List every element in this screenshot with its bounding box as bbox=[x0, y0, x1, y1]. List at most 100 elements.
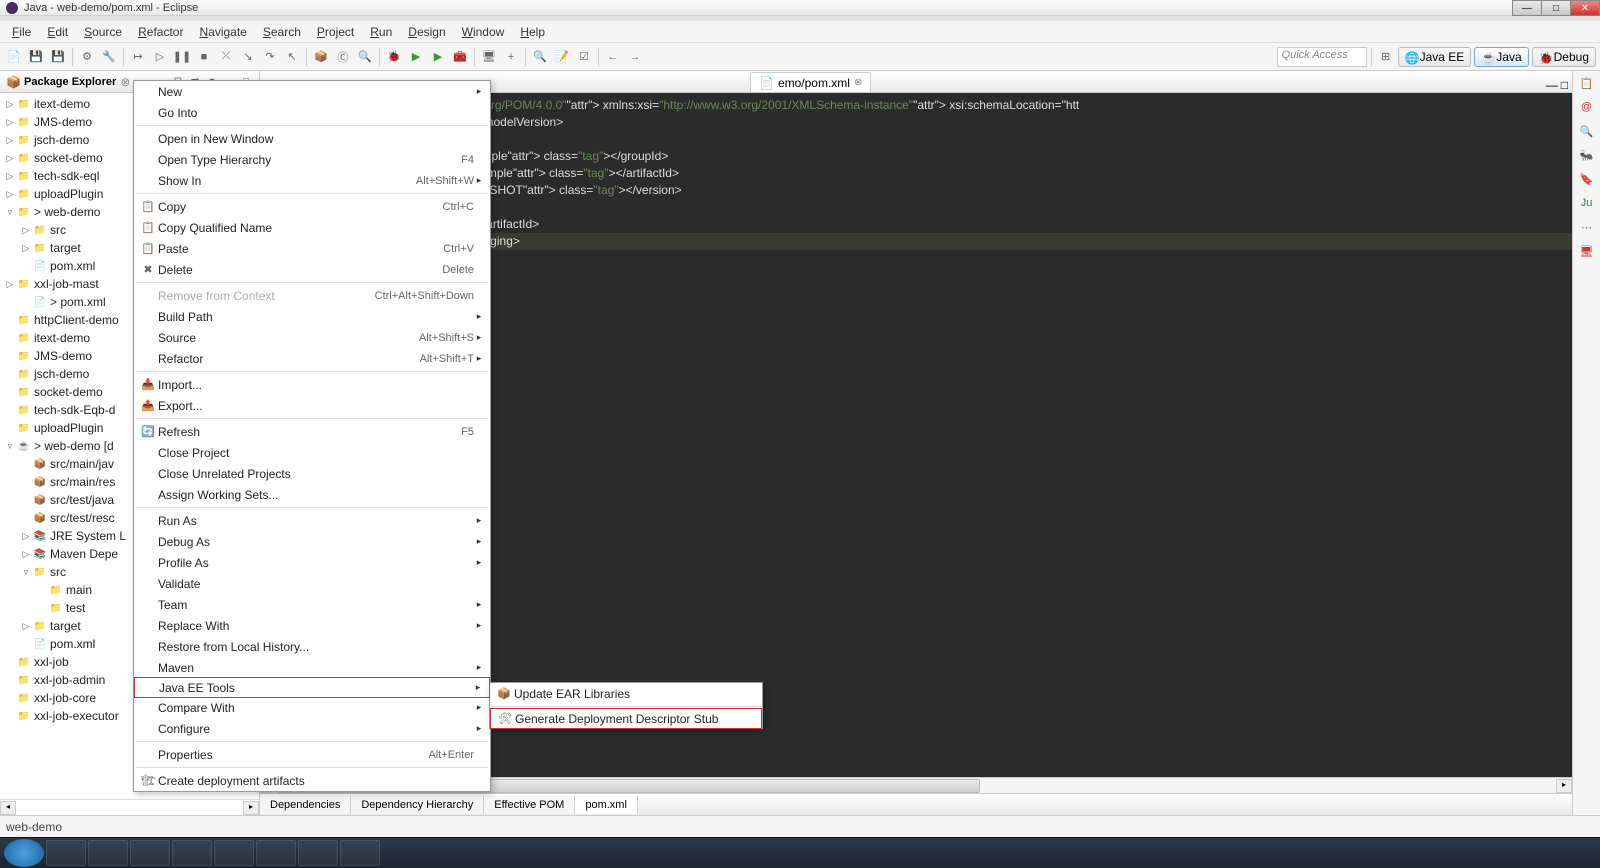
menu-item-java-ee-tools[interactable]: Java EE Tools▸ bbox=[134, 677, 490, 698]
minimize-editor-icon[interactable]: — bbox=[1546, 78, 1558, 92]
resume-icon[interactable]: ▷ bbox=[150, 47, 170, 67]
menu-item-assign-working-sets-[interactable]: Assign Working Sets... bbox=[134, 484, 490, 505]
more-icon[interactable]: ⋯ bbox=[1579, 221, 1595, 237]
pom-tab-dependency-hierarchy[interactable]: Dependency Hierarchy bbox=[351, 796, 484, 814]
menu-file[interactable]: File bbox=[4, 23, 39, 41]
menu-item-debug-as[interactable]: Debug As▸ bbox=[134, 531, 490, 552]
menu-item-create-deployment-artifacts[interactable]: 🏗Create deployment artifacts bbox=[134, 770, 490, 791]
junit-icon[interactable]: Ju bbox=[1579, 197, 1595, 213]
run-last-icon[interactable]: ▶ bbox=[428, 47, 448, 67]
menu-item-export-[interactable]: 📤Export... bbox=[134, 395, 490, 416]
save-all-icon[interactable]: 💾 bbox=[48, 47, 68, 67]
outline-icon[interactable]: 📋 bbox=[1579, 77, 1595, 93]
scroll-right-icon[interactable]: ▸ bbox=[1556, 779, 1572, 793]
taskbar-app[interactable] bbox=[298, 840, 338, 866]
taskbar-app[interactable] bbox=[88, 840, 128, 866]
menu-project[interactable]: Project bbox=[309, 23, 362, 41]
menu-item-replace-with[interactable]: Replace With▸ bbox=[134, 615, 490, 636]
menu-item-properties[interactable]: PropertiesAlt+Enter bbox=[134, 744, 490, 765]
menu-item-go-into[interactable]: Go Into bbox=[134, 102, 490, 123]
suspend-icon[interactable]: ❚❚ bbox=[172, 47, 192, 67]
javaee-tools-submenu[interactable]: 📦Update EAR Libraries 🛠Generate Deploymen… bbox=[489, 682, 763, 729]
taskbar-app[interactable] bbox=[46, 840, 86, 866]
debug-dropdown-icon[interactable]: 🐞 bbox=[384, 47, 404, 67]
menu-item-profile-as[interactable]: Profile As▸ bbox=[134, 552, 490, 573]
menu-window[interactable]: Window bbox=[454, 23, 513, 41]
pom-tab-dependencies[interactable]: Dependencies bbox=[260, 796, 351, 814]
menu-item-source[interactable]: SourceAlt+Shift+S▸ bbox=[134, 327, 490, 348]
save-icon[interactable]: 💾 bbox=[26, 47, 46, 67]
menu-item-build-path[interactable]: Build Path▸ bbox=[134, 306, 490, 327]
perspective-debug[interactable]: 🐞Debug bbox=[1532, 47, 1596, 67]
menu-item-restore-from-local-history-[interactable]: Restore from Local History... bbox=[134, 636, 490, 657]
new-java-icon[interactable]: 📦 bbox=[311, 47, 331, 67]
step-into-icon[interactable]: ↘ bbox=[238, 47, 258, 67]
taskbar-app[interactable] bbox=[256, 840, 296, 866]
perspective-java-ee[interactable]: 🌐Java EE bbox=[1398, 47, 1472, 67]
menu-item-open-in-new-window[interactable]: Open in New Window bbox=[134, 128, 490, 149]
new-class-icon[interactable]: Ⓒ bbox=[333, 47, 353, 67]
forward-icon[interactable]: → bbox=[625, 47, 645, 67]
pom-tab-pom.xml[interactable]: pom.xml bbox=[575, 796, 638, 814]
maximize-editor-icon[interactable]: □ bbox=[1561, 78, 1568, 92]
menu-item-team[interactable]: Team▸ bbox=[134, 594, 490, 615]
new-server-icon[interactable]: 🖥 bbox=[479, 47, 499, 67]
open-perspective-icon[interactable]: ⊞ bbox=[1376, 47, 1396, 67]
menu-run[interactable]: Run bbox=[362, 23, 400, 41]
minimize-button[interactable]: — bbox=[1512, 0, 1542, 16]
perspective-java[interactable]: ☕Java bbox=[1474, 47, 1528, 67]
run-dropdown-icon[interactable]: ▶ bbox=[406, 47, 426, 67]
tool-icon-2[interactable]: 🔧 bbox=[99, 47, 119, 67]
ant-icon[interactable]: 🐜 bbox=[1579, 149, 1595, 165]
menu-search[interactable]: Search bbox=[255, 23, 309, 41]
debug-skip-icon[interactable]: ↦ bbox=[128, 47, 148, 67]
terminate-icon[interactable]: ■ bbox=[194, 47, 214, 67]
menu-item-close-project[interactable]: Close Project bbox=[134, 442, 490, 463]
menu-navigate[interactable]: Navigate bbox=[191, 23, 254, 41]
new-connector-icon[interactable]: + bbox=[501, 47, 521, 67]
back-icon[interactable]: ← bbox=[603, 47, 623, 67]
external-tools-icon[interactable]: 🧰 bbox=[450, 47, 470, 67]
editor-tab-pomxml[interactable]: 📄 emo/pom.xml ⊗ bbox=[750, 72, 871, 92]
menu-item-delete[interactable]: ✖DeleteDelete bbox=[134, 259, 490, 280]
scroll-right-icon[interactable]: ▸ bbox=[243, 801, 259, 815]
new-icon[interactable]: 📄 bbox=[4, 47, 24, 67]
pom-tab-effective-pom[interactable]: Effective POM bbox=[484, 796, 575, 814]
menu-item-run-as[interactable]: Run As▸ bbox=[134, 510, 490, 531]
start-button[interactable] bbox=[4, 839, 44, 867]
menu-item-generate-deployment-descriptor-stub[interactable]: 🛠Generate Deployment Descriptor Stub bbox=[490, 708, 762, 729]
horizontal-scrollbar[interactable]: ◂ ▸ bbox=[0, 799, 259, 815]
menu-item-configure[interactable]: Configure▸ bbox=[134, 718, 490, 739]
menu-item-copy[interactable]: 📋CopyCtrl+C bbox=[134, 196, 490, 217]
menu-item-import-[interactable]: 📥Import... bbox=[134, 374, 490, 395]
annotation-icon[interactable]: 📝 bbox=[552, 47, 572, 67]
search-icon[interactable]: 🔍 bbox=[1579, 125, 1595, 141]
quick-access-input[interactable]: Quick Access bbox=[1277, 47, 1367, 67]
menu-item-refactor[interactable]: RefactorAlt+Shift+T▸ bbox=[134, 348, 490, 369]
menu-item-maven[interactable]: Maven▸ bbox=[134, 657, 490, 678]
context-menu[interactable]: New▸Go Into Open in New WindowOpen Type H… bbox=[133, 80, 491, 792]
menu-item-update-ear-libraries[interactable]: 📦Update EAR Libraries bbox=[490, 683, 762, 704]
taskbar-app[interactable] bbox=[130, 840, 170, 866]
scroll-left-icon[interactable]: ◂ bbox=[0, 801, 16, 815]
menu-design[interactable]: Design bbox=[400, 23, 453, 41]
maximize-button[interactable]: □ bbox=[1541, 0, 1571, 16]
menu-item-compare-with[interactable]: Compare With▸ bbox=[134, 697, 490, 718]
servers-icon[interactable]: 🖥 bbox=[1579, 245, 1595, 261]
menu-refactor[interactable]: Refactor bbox=[130, 23, 191, 41]
bookmarks-icon[interactable]: 🔖 bbox=[1579, 173, 1595, 189]
taskbar-app[interactable] bbox=[340, 840, 380, 866]
open-type-icon[interactable]: 🔍 bbox=[355, 47, 375, 67]
menu-item-open-type-hierarchy[interactable]: Open Type HierarchyF4 bbox=[134, 149, 490, 170]
menu-item-close-unrelated-projects[interactable]: Close Unrelated Projects bbox=[134, 463, 490, 484]
menu-item-paste[interactable]: 📋PasteCtrl+V bbox=[134, 238, 490, 259]
menu-help[interactable]: Help bbox=[512, 23, 553, 41]
menu-source[interactable]: Source bbox=[76, 23, 130, 41]
menu-item-new[interactable]: New▸ bbox=[134, 81, 490, 102]
disconnect-icon[interactable]: ⤫ bbox=[216, 47, 236, 67]
tool-icon-1[interactable]: ⚙ bbox=[77, 47, 97, 67]
menu-item-show-in[interactable]: Show InAlt+Shift+W▸ bbox=[134, 170, 490, 191]
taskbar-app[interactable] bbox=[172, 840, 212, 866]
step-return-icon[interactable]: ↖ bbox=[282, 47, 302, 67]
close-tab-icon[interactable]: ⊗ bbox=[854, 77, 862, 88]
